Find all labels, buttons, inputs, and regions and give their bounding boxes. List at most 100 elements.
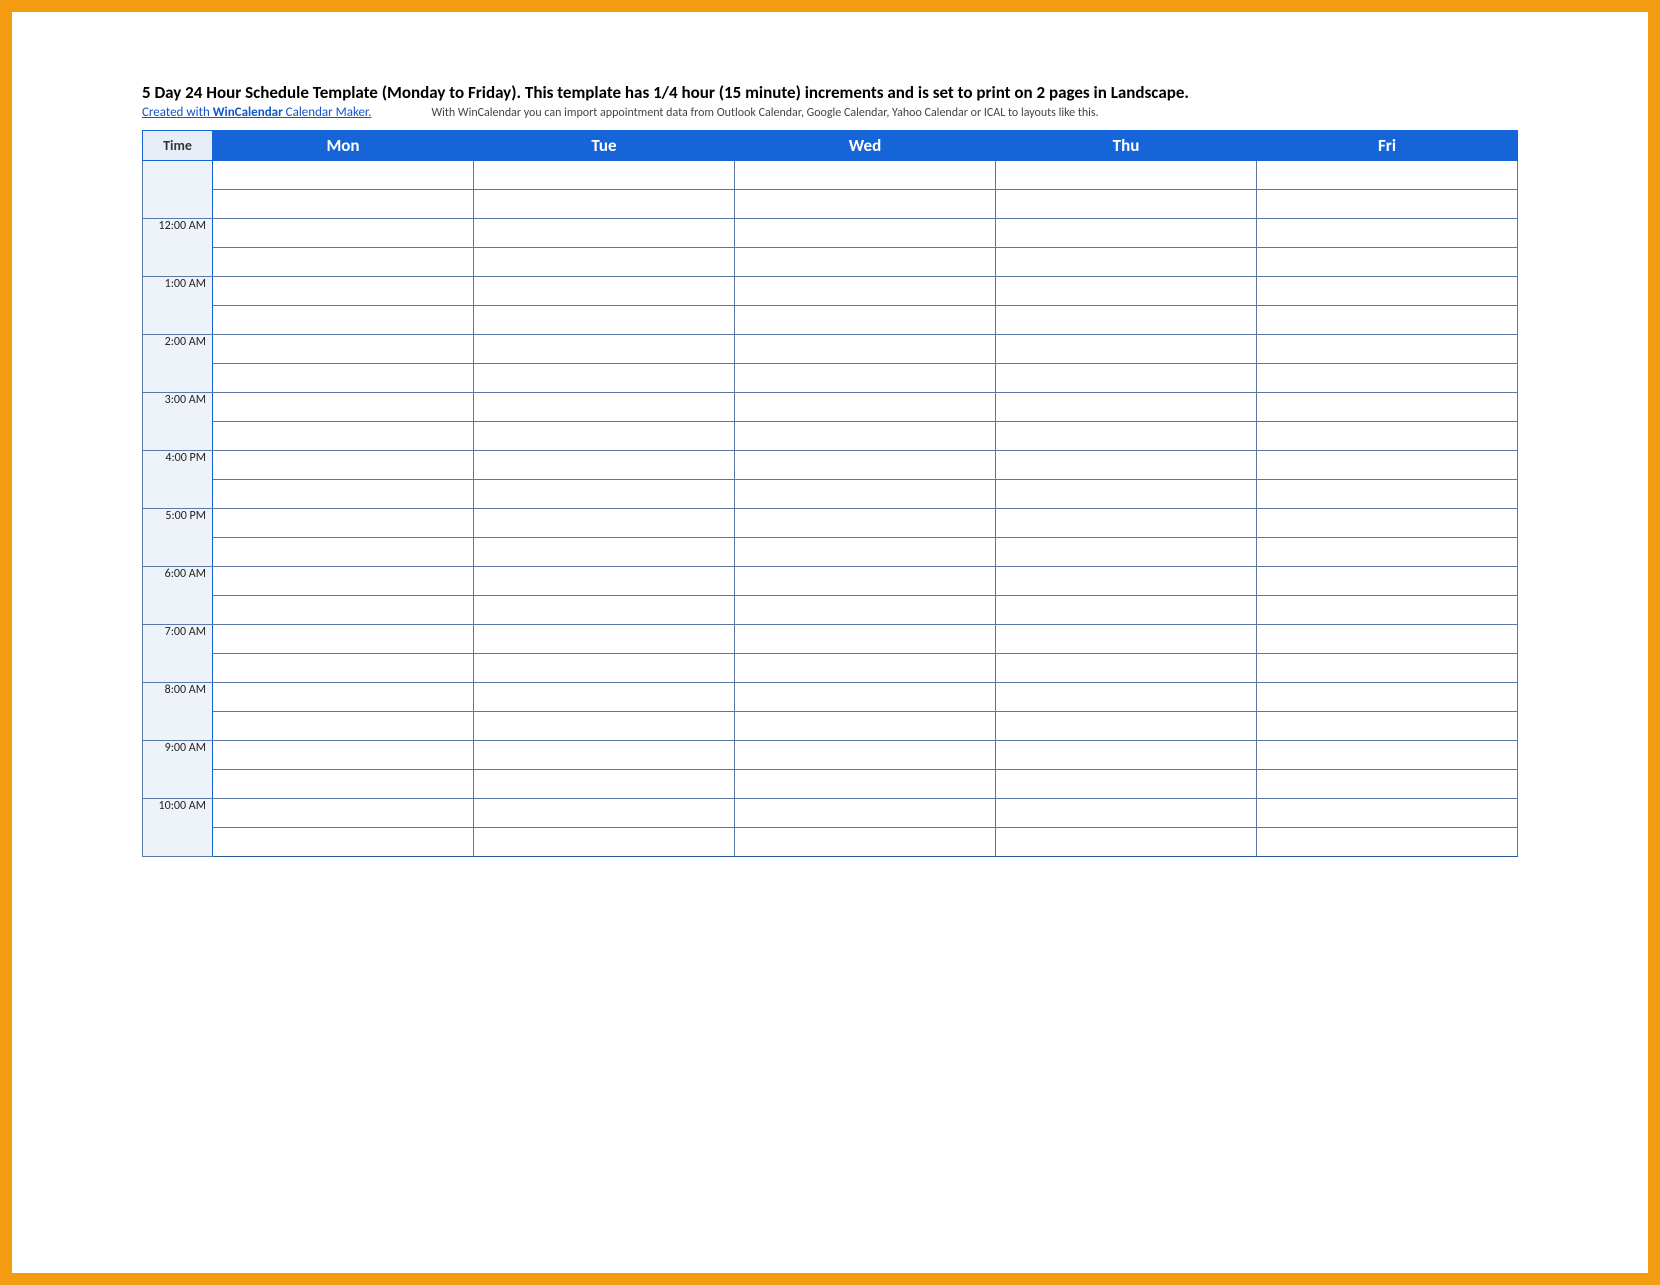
schedule-cell[interactable] — [996, 538, 1257, 567]
schedule-cell[interactable] — [735, 219, 996, 248]
schedule-cell[interactable] — [1257, 567, 1518, 596]
schedule-cell[interactable] — [1257, 161, 1518, 190]
schedule-cell[interactable] — [1257, 828, 1518, 857]
schedule-cell[interactable] — [474, 219, 735, 248]
schedule-cell[interactable] — [213, 596, 474, 625]
schedule-cell[interactable] — [1257, 480, 1518, 509]
schedule-cell[interactable] — [996, 335, 1257, 364]
schedule-cell[interactable] — [213, 277, 474, 306]
schedule-cell[interactable] — [996, 219, 1257, 248]
schedule-cell[interactable] — [735, 277, 996, 306]
schedule-cell[interactable] — [474, 248, 735, 277]
schedule-cell[interactable] — [474, 828, 735, 857]
schedule-cell[interactable] — [213, 219, 474, 248]
schedule-cell[interactable] — [996, 451, 1257, 480]
schedule-cell[interactable] — [996, 596, 1257, 625]
schedule-cell[interactable] — [1257, 770, 1518, 799]
schedule-cell[interactable] — [213, 770, 474, 799]
schedule-cell[interactable] — [213, 364, 474, 393]
schedule-cell[interactable] — [996, 190, 1257, 219]
schedule-cell[interactable] — [996, 364, 1257, 393]
schedule-cell[interactable] — [474, 625, 735, 654]
schedule-cell[interactable] — [474, 161, 735, 190]
schedule-cell[interactable] — [996, 654, 1257, 683]
schedule-cell[interactable] — [1257, 219, 1518, 248]
schedule-cell[interactable] — [1257, 596, 1518, 625]
schedule-cell[interactable] — [996, 567, 1257, 596]
schedule-cell[interactable] — [996, 799, 1257, 828]
schedule-cell[interactable] — [213, 480, 474, 509]
schedule-cell[interactable] — [735, 248, 996, 277]
schedule-cell[interactable] — [213, 190, 474, 219]
schedule-cell[interactable] — [735, 335, 996, 364]
schedule-cell[interactable] — [1257, 364, 1518, 393]
schedule-cell[interactable] — [735, 509, 996, 538]
schedule-cell[interactable] — [213, 422, 474, 451]
schedule-cell[interactable] — [474, 422, 735, 451]
schedule-cell[interactable] — [996, 480, 1257, 509]
schedule-cell[interactable] — [735, 596, 996, 625]
schedule-cell[interactable] — [1257, 248, 1518, 277]
schedule-cell[interactable] — [213, 712, 474, 741]
schedule-cell[interactable] — [474, 480, 735, 509]
schedule-cell[interactable] — [1257, 335, 1518, 364]
schedule-cell[interactable] — [213, 828, 474, 857]
schedule-cell[interactable] — [735, 828, 996, 857]
schedule-cell[interactable] — [996, 828, 1257, 857]
schedule-cell[interactable] — [474, 770, 735, 799]
schedule-cell[interactable] — [996, 770, 1257, 799]
schedule-cell[interactable] — [213, 683, 474, 712]
schedule-cell[interactable] — [474, 451, 735, 480]
schedule-cell[interactable] — [474, 654, 735, 683]
schedule-cell[interactable] — [735, 654, 996, 683]
schedule-cell[interactable] — [474, 335, 735, 364]
schedule-cell[interactable] — [996, 248, 1257, 277]
schedule-cell[interactable] — [1257, 190, 1518, 219]
schedule-cell[interactable] — [735, 538, 996, 567]
schedule-cell[interactable] — [213, 161, 474, 190]
schedule-cell[interactable] — [474, 683, 735, 712]
schedule-cell[interactable] — [474, 567, 735, 596]
schedule-cell[interactable] — [213, 248, 474, 277]
schedule-cell[interactable] — [1257, 712, 1518, 741]
schedule-cell[interactable] — [996, 306, 1257, 335]
schedule-cell[interactable] — [1257, 683, 1518, 712]
schedule-cell[interactable] — [735, 683, 996, 712]
schedule-cell[interactable] — [474, 306, 735, 335]
schedule-cell[interactable] — [735, 161, 996, 190]
schedule-cell[interactable] — [213, 799, 474, 828]
schedule-cell[interactable] — [735, 625, 996, 654]
schedule-cell[interactable] — [735, 190, 996, 219]
schedule-cell[interactable] — [1257, 277, 1518, 306]
schedule-cell[interactable] — [213, 741, 474, 770]
schedule-cell[interactable] — [735, 306, 996, 335]
schedule-cell[interactable] — [996, 712, 1257, 741]
schedule-cell[interactable] — [213, 509, 474, 538]
schedule-cell[interactable] — [735, 741, 996, 770]
schedule-cell[interactable] — [1257, 538, 1518, 567]
schedule-cell[interactable] — [213, 654, 474, 683]
schedule-cell[interactable] — [474, 799, 735, 828]
schedule-cell[interactable] — [213, 625, 474, 654]
schedule-cell[interactable] — [1257, 799, 1518, 828]
schedule-cell[interactable] — [1257, 393, 1518, 422]
schedule-cell[interactable] — [996, 741, 1257, 770]
schedule-cell[interactable] — [1257, 509, 1518, 538]
schedule-cell[interactable] — [474, 712, 735, 741]
schedule-cell[interactable] — [474, 538, 735, 567]
schedule-cell[interactable] — [735, 770, 996, 799]
schedule-cell[interactable] — [1257, 451, 1518, 480]
creator-link[interactable]: Created with WinCalendar Calendar Maker. — [142, 105, 371, 120]
schedule-cell[interactable] — [735, 422, 996, 451]
schedule-cell[interactable] — [474, 741, 735, 770]
schedule-cell[interactable] — [735, 567, 996, 596]
schedule-cell[interactable] — [1257, 625, 1518, 654]
schedule-cell[interactable] — [1257, 422, 1518, 451]
schedule-cell[interactable] — [213, 306, 474, 335]
schedule-cell[interactable] — [474, 393, 735, 422]
schedule-cell[interactable] — [996, 393, 1257, 422]
schedule-cell[interactable] — [213, 335, 474, 364]
schedule-cell[interactable] — [996, 277, 1257, 306]
schedule-cell[interactable] — [735, 799, 996, 828]
schedule-cell[interactable] — [735, 712, 996, 741]
